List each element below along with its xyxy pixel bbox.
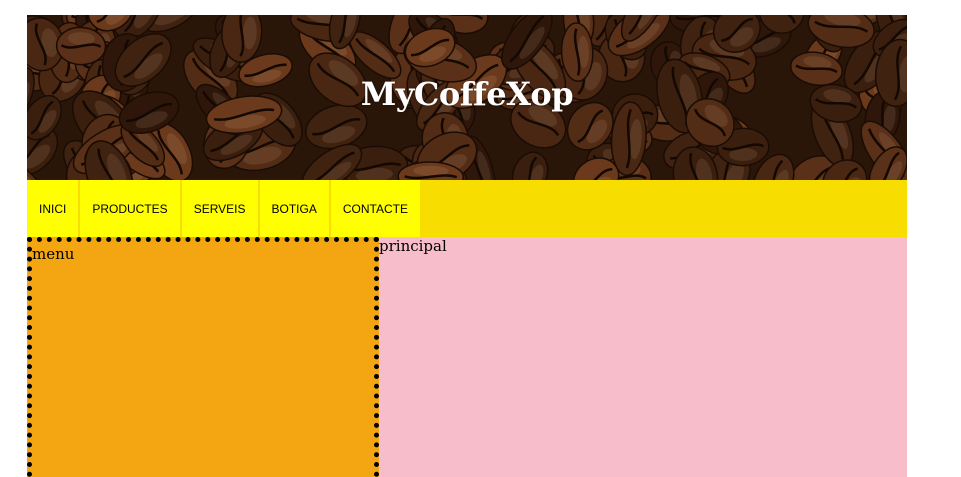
main-label: principal [379,237,447,255]
nav-link-contacte[interactable]: CONTACTE [343,202,408,216]
nav-link-serveis[interactable]: SERVEIS [194,202,246,216]
main-navigation: INICI PRODUCTES SERVEIS BOTIGA CONTACTE [27,180,907,237]
nav-item-serveis[interactable]: SERVEIS [181,180,260,237]
site-title: MyCoffeXop [360,75,574,113]
nav-link-botiga[interactable]: BOTIGA [272,202,317,216]
nav-link-inici[interactable]: INICI [39,202,66,216]
menu-sidebar: menu [27,237,379,477]
nav-item-inici[interactable]: INICI [27,180,81,237]
nav-item-botiga[interactable]: BOTIGA [259,180,331,237]
nav-item-productes[interactable]: PRODUCTES [80,180,182,237]
menu-label: menu [32,245,75,263]
header-banner: MyCoffeXop [27,15,907,180]
nav-link-productes[interactable]: PRODUCTES [92,202,167,216]
page: MyCoffeXop INICI PRODUCTES SERVEIS BOTIG… [27,15,907,477]
nav-item-contacte[interactable]: CONTACTE [330,180,422,237]
main-content: principal [379,237,907,477]
